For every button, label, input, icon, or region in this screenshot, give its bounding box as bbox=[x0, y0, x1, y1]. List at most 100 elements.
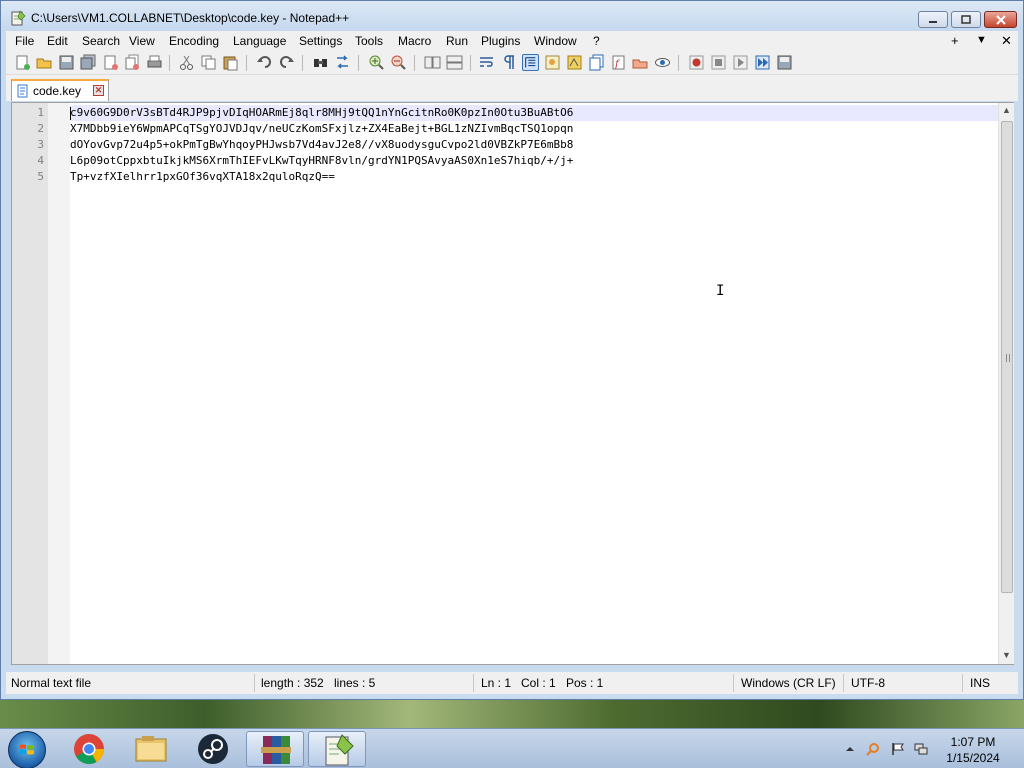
zoom-in-icon[interactable] bbox=[368, 54, 385, 71]
sync-vertical-scroll-icon[interactable] bbox=[424, 54, 441, 71]
folder-as-workspace-icon[interactable] bbox=[632, 54, 649, 71]
save-icon[interactable] bbox=[58, 54, 75, 71]
scroll-down-icon[interactable]: ▼ bbox=[1002, 650, 1011, 660]
menu-run[interactable]: Run bbox=[446, 34, 468, 48]
notepad-plus-plus-icon bbox=[11, 10, 26, 26]
maximize-button[interactable] bbox=[951, 11, 981, 28]
tab-list-dropdown-icon[interactable]: ▼ bbox=[976, 34, 987, 46]
editor-line[interactable]: 2 X7MDbb9ieY6WpmAPCqTSgYOJVDJqv/neUCzKomS… bbox=[37, 121, 998, 137]
line-text[interactable]: L6p09otCppxbtuIkjkMS6XrmThIEFvLKwTqyHRNF… bbox=[70, 154, 573, 167]
menu-tools[interactable]: Tools bbox=[355, 34, 383, 48]
monitoring-icon[interactable] bbox=[654, 54, 671, 71]
document-map-icon[interactable] bbox=[566, 54, 583, 71]
copy-icon[interactable] bbox=[200, 54, 217, 71]
indent-guide-icon[interactable] bbox=[522, 54, 539, 71]
paste-icon[interactable] bbox=[222, 54, 239, 71]
tab-strip: code.key ✕ bbox=[6, 75, 1018, 101]
menu-encoding[interactable]: Encoding bbox=[169, 34, 219, 48]
save-all-icon[interactable] bbox=[80, 54, 97, 71]
menu-file[interactable]: File bbox=[15, 34, 34, 48]
tab-code-key[interactable]: code.key ✕ bbox=[11, 79, 109, 101]
scroll-up-icon[interactable]: ▲ bbox=[1002, 105, 1011, 115]
close-file-icon[interactable] bbox=[102, 54, 119, 71]
open-file-icon[interactable] bbox=[36, 54, 53, 71]
macro-stop-icon[interactable] bbox=[710, 54, 727, 71]
start-button[interactable] bbox=[8, 731, 46, 768]
redo-icon[interactable] bbox=[278, 54, 295, 71]
menu-plugins[interactable]: Plugins bbox=[481, 34, 520, 48]
toolbar-separator bbox=[246, 55, 247, 71]
editor-line[interactable]: 3 dOYovGvp72u4p5+okPmTgBwYhqoyPHJwsb7Vd4a… bbox=[37, 137, 998, 153]
taskbar-steam[interactable] bbox=[184, 731, 242, 767]
show-hidden-icons-icon[interactable] bbox=[843, 742, 857, 756]
close-button[interactable] bbox=[984, 11, 1017, 28]
menu-search[interactable]: Search bbox=[82, 34, 120, 48]
menu-settings[interactable]: Settings bbox=[299, 34, 342, 48]
fold-margin[interactable] bbox=[48, 103, 70, 664]
status-eol[interactable]: Windows (CR LF) bbox=[741, 676, 836, 690]
menu-edit[interactable]: Edit bbox=[47, 34, 68, 48]
status-line: Ln : 1 bbox=[481, 676, 512, 690]
line-number: 5 bbox=[37, 170, 44, 183]
taskbar-notepad-plus-plus[interactable] bbox=[308, 731, 366, 767]
line-text[interactable]: c9v60G9D0rV3sBTd4RJP9pjvDIqHOARmEj8qlr8M… bbox=[70, 106, 573, 119]
taskbar-explorer[interactable] bbox=[122, 731, 180, 767]
minimize-button[interactable] bbox=[918, 11, 948, 28]
find-icon[interactable] bbox=[312, 54, 329, 71]
toolbar: f bbox=[6, 51, 1018, 75]
replace-icon[interactable] bbox=[334, 54, 351, 71]
user-defined-language-icon[interactable] bbox=[544, 54, 561, 71]
document-list-icon[interactable] bbox=[588, 54, 605, 71]
close-doc-icon[interactable]: ✕ bbox=[1001, 33, 1012, 49]
action-center-flag-icon[interactable] bbox=[891, 742, 905, 756]
show-all-characters-icon[interactable] bbox=[500, 54, 517, 71]
taskbar-winrar[interactable] bbox=[246, 731, 304, 767]
zoom-out-icon[interactable] bbox=[390, 54, 407, 71]
function-list-icon[interactable]: f bbox=[610, 54, 627, 71]
taskbar-chrome[interactable] bbox=[60, 731, 118, 767]
cut-icon[interactable] bbox=[178, 54, 195, 71]
windows-start-icon bbox=[20, 744, 34, 755]
macro-save-icon[interactable] bbox=[776, 54, 793, 71]
macro-run-multiple-icon[interactable] bbox=[754, 54, 771, 71]
menu-macro[interactable]: Macro bbox=[398, 34, 431, 48]
window-title: C:\Users\VM1.COLLABNET\Desktop\code.key … bbox=[31, 11, 350, 25]
status-insert-mode[interactable]: INS bbox=[970, 676, 990, 690]
new-tab-plus-icon[interactable]: + bbox=[951, 33, 959, 48]
word-wrap-icon[interactable] bbox=[478, 54, 495, 71]
line-text[interactable]: dOYovGvp72u4p5+okPmTgBwYhqoyPHJwsb7Vd4av… bbox=[70, 138, 573, 151]
menu-help[interactable]: ? bbox=[593, 34, 600, 48]
new-file-icon[interactable] bbox=[14, 54, 31, 71]
macro-play-icon[interactable] bbox=[732, 54, 749, 71]
scroll-thumb[interactable] bbox=[1001, 121, 1013, 593]
menu-language[interactable]: Language bbox=[233, 34, 286, 48]
sync-horizontal-scroll-icon[interactable] bbox=[446, 54, 463, 71]
text-area[interactable]: 1 c9v60G9D0rV3sBTd4RJP9pjvDIqHOARmEj8qlr8… bbox=[37, 105, 998, 185]
editor-line[interactable]: 4 L6p09otCppxbtuIkjkMS6XrmThIEFvLKwTqyHRN… bbox=[37, 153, 998, 169]
menu-view[interactable]: View bbox=[129, 34, 155, 48]
print-icon[interactable] bbox=[146, 54, 163, 71]
editor-line[interactable]: 5 Tp+vzfXIelhrr1pxGOf36vqXTA18x2quloRqzQ=… bbox=[37, 169, 998, 185]
macro-record-icon[interactable] bbox=[688, 54, 705, 71]
taskbar-clock[interactable]: 1:07 PM 1/15/2024 bbox=[930, 734, 1016, 766]
status-encoding[interactable]: UTF-8 bbox=[851, 676, 885, 690]
close-all-icon[interactable] bbox=[124, 54, 141, 71]
editor-pane[interactable]: 1 c9v60G9D0rV3sBTd4RJP9pjvDIqHOARmEj8qlr8… bbox=[11, 102, 1014, 665]
search-tray-icon[interactable] bbox=[866, 742, 880, 756]
line-text[interactable]: X7MDbb9ieY6WpmAPCqTSgYOJVDJqv/neUCzKomSF… bbox=[70, 122, 573, 135]
tab-label: code.key bbox=[33, 84, 82, 98]
tab-close-icon[interactable]: ✕ bbox=[93, 85, 104, 96]
line-text[interactable]: Tp+vzfXIelhrr1pxGOf36vqXTA18x2quloRqzQ== bbox=[70, 170, 335, 183]
notepad-plus-plus-icon bbox=[325, 734, 354, 766]
undo-icon[interactable] bbox=[256, 54, 273, 71]
vertical-scrollbar[interactable]: ▲ ▼ bbox=[998, 103, 1014, 664]
clock-time: 1:07 PM bbox=[950, 735, 996, 749]
editor-line[interactable]: 1 c9v60G9D0rV3sBTd4RJP9pjvDIqHOARmEj8qlr8… bbox=[37, 105, 998, 121]
status-filetype: Normal text file bbox=[11, 676, 92, 690]
unsaved-file-icon bbox=[17, 84, 28, 98]
toolbar-separator bbox=[169, 55, 170, 71]
menu-window[interactable]: Window bbox=[534, 34, 577, 48]
network-icon[interactable] bbox=[914, 742, 928, 756]
status-bar: Normal text file length : 352 lines : 5 … bbox=[6, 672, 1018, 694]
title-bar[interactable]: C:\Users\VM1.COLLABNET\Desktop\code.key … bbox=[1, 1, 1023, 31]
